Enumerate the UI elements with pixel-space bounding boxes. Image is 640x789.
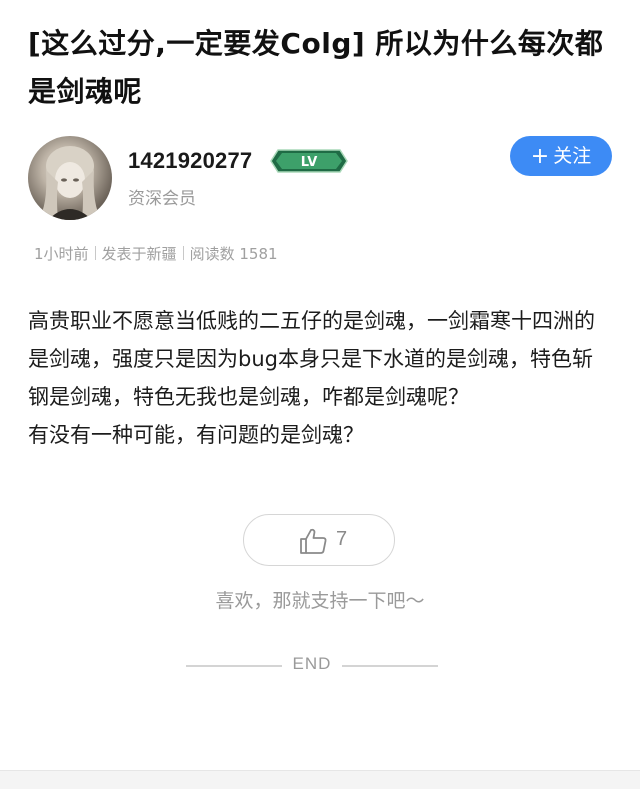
like-hint: 喜欢，那就支持一下吧～ — [215, 590, 425, 612]
content-paragraph: 高贵职业不愿意当低贱的二五仔的是剑魂，一剑霜寒十四洲的是剑魂，强度只是因为bug… — [28, 309, 595, 409]
section-divider — [0, 770, 640, 789]
content-paragraph: 有没有一种可能，有问题的是剑魂？ — [28, 423, 364, 447]
post-time: 1小时前 — [34, 245, 89, 263]
like-button[interactable]: 7 — [243, 514, 395, 566]
end-marker: END — [186, 654, 438, 678]
level-badge-icon: LV — [270, 148, 348, 174]
level-badge-text: LV — [301, 155, 318, 170]
views-count: 1581 — [239, 245, 278, 263]
follow-label: 关注 — [553, 145, 592, 167]
post-location: 发表于新疆 — [101, 245, 177, 263]
plus-icon: + — [530, 144, 550, 169]
views-label: 阅读数 — [189, 245, 235, 263]
post-content: 高贵职业不愿意当低贱的二五仔的是剑魂，一剑霜寒十四洲的是剑魂，强度只是因为bug… — [28, 302, 612, 454]
follow-button[interactable]: + 关注 — [510, 136, 612, 176]
avatar[interactable] — [28, 136, 112, 220]
username[interactable]: 1421920277 — [128, 148, 252, 174]
end-label: END — [292, 654, 332, 673]
end-line-right — [342, 665, 438, 667]
post-title: [这么过分,一定要发Colg] 所以为什么每次都是剑魂呢 — [28, 27, 604, 108]
member-level: 资深会员 — [128, 189, 196, 209]
like-count: 7 — [336, 528, 348, 550]
author-header: 1421920277 LV 资深会员 + 关注 — [28, 136, 612, 222]
divider — [182, 246, 184, 260]
thumbs-up-icon — [298, 527, 328, 555]
divider — [94, 246, 96, 260]
post-meta: 1小时前 发表于新疆 阅读数 1581 — [34, 243, 278, 264]
